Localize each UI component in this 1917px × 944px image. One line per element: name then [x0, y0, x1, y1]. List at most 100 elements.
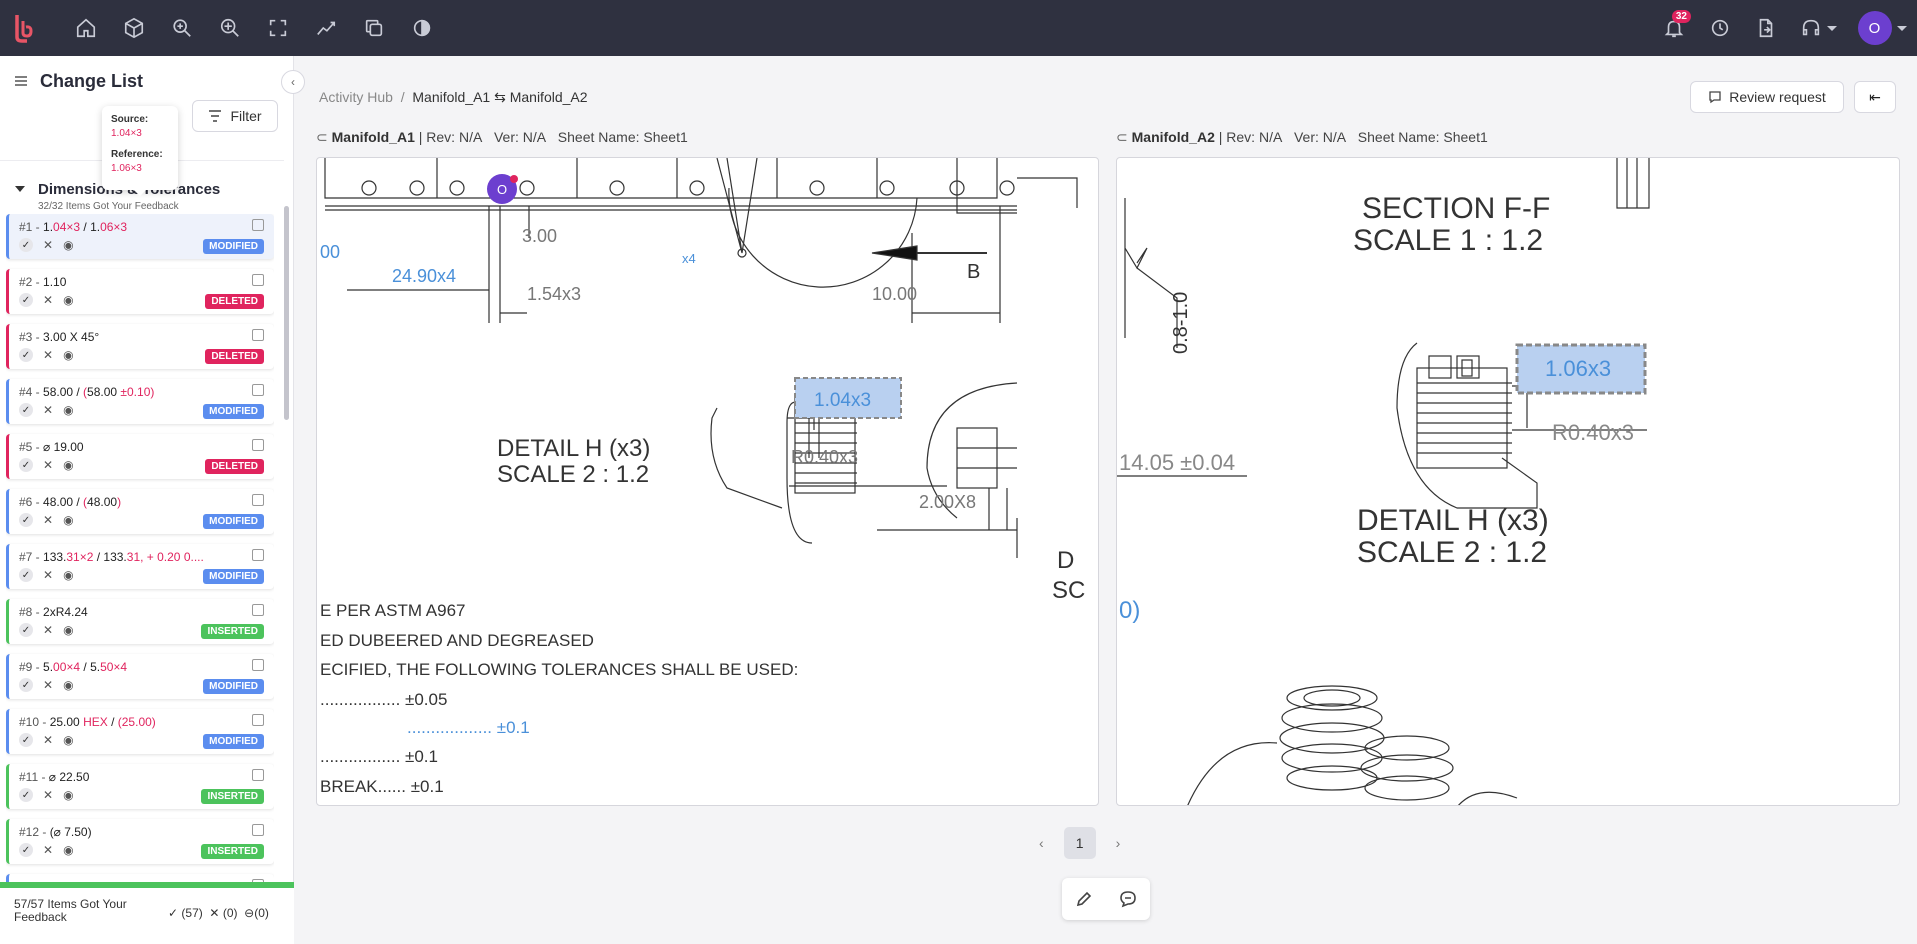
change-item[interactable]: #7 - 133.31×2 / 133.31, + 0.20 0.... ✓ ✕ ◉ M… [6, 544, 274, 589]
left-drawing-panel[interactable]: 00 24.90x4 x4 .................. ±0.1 3.… [316, 157, 1099, 806]
change-item[interactable]: #4 - 58.00 / (58.00 ±0.10) ✓ ✕ ◉ MODIFIED [6, 379, 274, 424]
reject-close-icon[interactable]: ✕ [43, 403, 53, 417]
zoom-to-icon[interactable] [252, 439, 264, 451]
contrast-icon[interactable] [398, 0, 446, 56]
zoom-to-icon[interactable] [252, 659, 264, 671]
note-tolerance-highlight[interactable]: .................. ±0.1 [407, 718, 530, 737]
zoom-to-icon[interactable] [252, 714, 264, 726]
accept-check-icon[interactable]: ✓ [19, 788, 33, 802]
zoom-to-icon[interactable] [252, 549, 264, 561]
dim-24-90x4[interactable]: 24.90x4 [392, 266, 456, 286]
home-icon[interactable] [62, 0, 110, 56]
zoom-to-icon[interactable] [252, 219, 264, 231]
breadcrumb-root[interactable]: Activity Hub [319, 89, 393, 105]
menu-icon[interactable] [14, 74, 28, 88]
reject-close-icon[interactable]: ✕ [43, 458, 53, 472]
eye-icon[interactable]: ◉ [63, 733, 73, 747]
accept-check-icon[interactable]: ✓ [19, 733, 33, 747]
change-item[interactable]: #5 - ⌀ 19.00 ✓ ✕ ◉ DELETED [6, 434, 274, 479]
eye-icon[interactable]: ◉ [63, 843, 73, 857]
zoom-to-icon[interactable] [252, 769, 264, 781]
fullscreen-icon[interactable] [254, 0, 302, 56]
zoom-in-icon[interactable] [206, 0, 254, 56]
accept-check-icon[interactable]: ✓ [19, 678, 33, 692]
accept-check-icon[interactable]: ✓ [19, 843, 33, 857]
change-item[interactable]: #6 - 48.00 / (48.00) ✓ ✕ ◉ MODIFIED [6, 489, 274, 534]
prev-page-button[interactable]: ‹ [1039, 835, 1044, 851]
accept-check-icon[interactable]: ✓ [19, 238, 33, 252]
zoom-search-icon[interactable] [158, 0, 206, 56]
change-item[interactable]: #11 - ⌀ 22.50 ✓ ✕ ◉ INSERTED [6, 764, 274, 809]
avatar[interactable]: O [1857, 11, 1892, 45]
reject-close-icon[interactable]: ✕ [43, 623, 53, 637]
review-request-button[interactable]: Review request [1690, 81, 1844, 113]
copy-icon[interactable] [350, 0, 398, 56]
comment-icon[interactable] [1119, 890, 1137, 908]
eye-icon[interactable]: ◉ [63, 623, 73, 637]
scrollbar[interactable] [284, 206, 289, 420]
zoom-to-icon[interactable] [252, 824, 264, 836]
change-item[interactable]: #12 - (⌀ 7.50) ✓ ✕ ◉ INSERTED [6, 819, 274, 864]
reject-close-icon[interactable]: ✕ [43, 293, 53, 307]
change-item[interactable]: #2 - 1.10 ✓ ✕ ◉ DELETED [6, 269, 274, 314]
reject-close-icon[interactable]: ✕ [43, 348, 53, 362]
change-item[interactable]: #10 - 25.00 HEX / (25.00) ✓ ✕ ◉ MODIFIED [6, 709, 274, 754]
reject-close-icon[interactable]: ✕ [43, 733, 53, 747]
eye-icon[interactable]: ◉ [63, 293, 73, 307]
reject-close-icon[interactable]: ✕ [43, 843, 53, 857]
collapse-panel-button[interactable]: ⇤ [1854, 81, 1896, 113]
accept-check-icon[interactable]: ✓ [19, 293, 33, 307]
zoom-to-icon[interactable] [252, 604, 264, 616]
eye-icon[interactable]: ◉ [63, 458, 73, 472]
change-item[interactable]: #3 - 3.00 X 45° ✓ ✕ ◉ DELETED [6, 324, 274, 369]
eye-icon[interactable]: ◉ [63, 403, 73, 417]
history-icon[interactable] [1697, 0, 1743, 56]
bell-icon[interactable]: 32 [1651, 0, 1697, 56]
accept-check-icon[interactable]: ✓ [19, 403, 33, 417]
zoom-to-icon[interactable] [252, 329, 264, 341]
right-drawing[interactable]: SECTION F-F SCALE 1 : 1.2 DETAIL H (x3) … [1117, 158, 1900, 806]
filter-button[interactable]: Filter [192, 100, 278, 132]
zoom-to-icon[interactable] [252, 384, 264, 396]
change-item[interactable]: #9 - 5.00×4 / 5.50×4 ✓ ✕ ◉ MODIFIED [6, 654, 274, 699]
dim-00[interactable]: 00 [320, 242, 340, 262]
next-page-button[interactable]: › [1116, 835, 1121, 851]
accept-check-icon[interactable]: ✓ [19, 513, 33, 527]
chart-icon[interactable] [302, 0, 350, 56]
change-item[interactable]: #8 - 2xR4.24 ✓ ✕ ◉ INSERTED [6, 599, 274, 644]
reject-close-icon[interactable]: ✕ [43, 678, 53, 692]
reject-close-icon[interactable]: ✕ [43, 568, 53, 582]
eye-icon[interactable]: ◉ [63, 348, 73, 362]
eye-icon[interactable]: ◉ [63, 788, 73, 802]
highlighted-dim-1-04x3[interactable]: 1.04x3 [814, 390, 871, 411]
eye-icon[interactable]: ◉ [63, 568, 73, 582]
eye-icon[interactable]: ◉ [63, 513, 73, 527]
collapse-sidebar-button[interactable]: ‹ [281, 70, 305, 94]
eye-icon[interactable]: ◉ [63, 238, 73, 252]
eye-icon[interactable]: ◉ [63, 678, 73, 692]
reject-close-icon[interactable]: ✕ [43, 238, 53, 252]
accept-check-icon[interactable]: ✓ [19, 348, 33, 362]
support-headset-icon[interactable] [1789, 0, 1847, 56]
reject-close-icon[interactable]: ✕ [43, 788, 53, 802]
accept-check-icon[interactable]: ✓ [19, 458, 33, 472]
left-drawing[interactable]: 00 24.90x4 x4 .................. ±0.1 3.… [317, 158, 1099, 806]
accept-check-icon[interactable]: ✓ [19, 623, 33, 637]
caret-down-icon[interactable] [15, 186, 25, 192]
zoom-to-icon[interactable] [252, 274, 264, 286]
page-number[interactable]: 1 [1063, 827, 1096, 859]
pencil-icon[interactable] [1075, 890, 1093, 908]
reject-close-icon[interactable]: ✕ [43, 513, 53, 527]
cube-icon[interactable] [110, 0, 158, 56]
change-item[interactable]: #1 - 1.04×3 / 1.06×3 ✓ ✕ ◉ MODIFIED [6, 214, 274, 259]
right-drawing-panel[interactable]: SECTION F-F SCALE 1 : 1.2 DETAIL H (x3) … [1116, 157, 1900, 806]
app-logo[interactable] [12, 13, 36, 43]
dim-x4[interactable]: x4 [682, 251, 696, 266]
user-menu[interactable]: O [1847, 0, 1917, 56]
accept-check-icon[interactable]: ✓ [19, 568, 33, 582]
highlighted-dim-1-06x3[interactable]: 1.06x3 [1545, 356, 1611, 381]
zoom-to-icon[interactable] [252, 494, 264, 506]
svg-text:D: D [1057, 547, 1074, 574]
status-badge: DELETED [205, 294, 264, 309]
export-doc-icon[interactable] [1743, 0, 1789, 56]
